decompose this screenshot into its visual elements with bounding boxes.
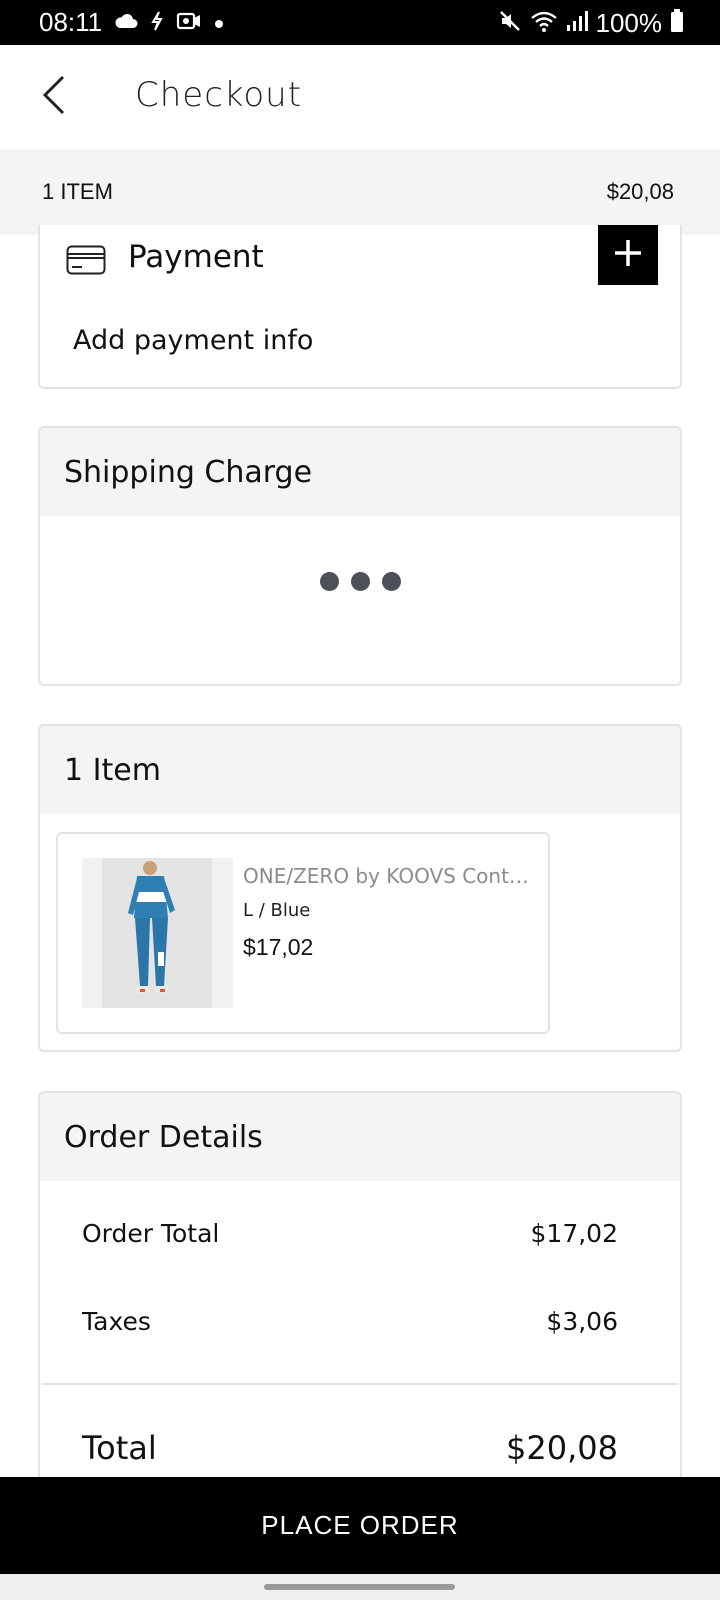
product-price: $17,02 [243,934,314,960]
dot-icon [214,14,224,33]
product-name: ONE/ZERO by KOOVS Contra... [243,864,533,888]
taxes-value: $3,06 [546,1307,618,1336]
plus-icon [613,238,643,272]
payment-title: Payment [128,239,264,275]
loading-dot [319,572,339,591]
chevron-left-icon [41,74,67,120]
taxes-row: Taxes $3,06 [82,1307,618,1336]
shipping-charge-card: Shipping Charge [38,426,682,686]
status-bar: 08:11 100% [0,0,720,45]
mute-icon [498,9,522,37]
wifi-icon [530,9,558,37]
order-details-card: Order Details Order Total $17,02 Taxes $… [38,1091,682,1511]
recorder-icon [176,11,202,35]
order-total-value: $17,02 [530,1219,618,1248]
home-gesture-handle[interactable] [264,1584,455,1590]
cloud-icon [114,13,138,33]
status-left-icons [114,9,224,37]
shipping-charge-title: Shipping Charge [40,428,680,516]
order-total-label: Order Total [82,1219,220,1248]
back-button[interactable] [30,73,78,121]
total-label: Total [82,1429,157,1467]
status-right-icons: 100% [498,8,685,38]
page-title: Checkout [135,75,303,115]
cart-summary-bar: 1 ITEM $20,08 [0,149,720,235]
battery-percent: 100% [595,7,663,38]
items-card: 1 Item ONE/ZERO by KOOVS Contra... L / B… [38,724,682,1052]
app-header: Checkout [0,45,720,149]
add-payment-button[interactable] [598,225,658,285]
place-order-button[interactable]: PLACE ORDER [0,1477,720,1574]
product-card[interactable]: ONE/ZERO by KOOVS Contra... L / Blue $17… [56,832,550,1034]
add-payment-info-link[interactable]: Add payment info [73,325,313,356]
sync-icon [150,10,164,36]
product-image [82,858,233,1008]
status-time: 08:11 [39,7,103,37]
order-details-title: Order Details [40,1093,680,1181]
loading-indicator [40,572,680,591]
item-count: 1 ITEM [42,179,113,204]
total-value: $20,08 [506,1429,618,1467]
items-title: 1 Item [40,726,680,814]
loading-dot [350,572,370,591]
credit-card-icon [66,245,106,279]
signal-icon [566,10,588,36]
battery-icon [670,9,684,37]
taxes-label: Taxes [82,1307,151,1336]
total-row: Total $20,08 [82,1429,618,1467]
loading-dot [381,572,401,591]
payment-card: Payment Add payment info [38,225,682,389]
product-variant: L / Blue [243,900,311,921]
divider [42,1383,678,1385]
summary-price: $20,08 [606,179,674,204]
navigation-bar [0,1574,720,1600]
order-total-row: Order Total $17,02 [82,1219,618,1248]
